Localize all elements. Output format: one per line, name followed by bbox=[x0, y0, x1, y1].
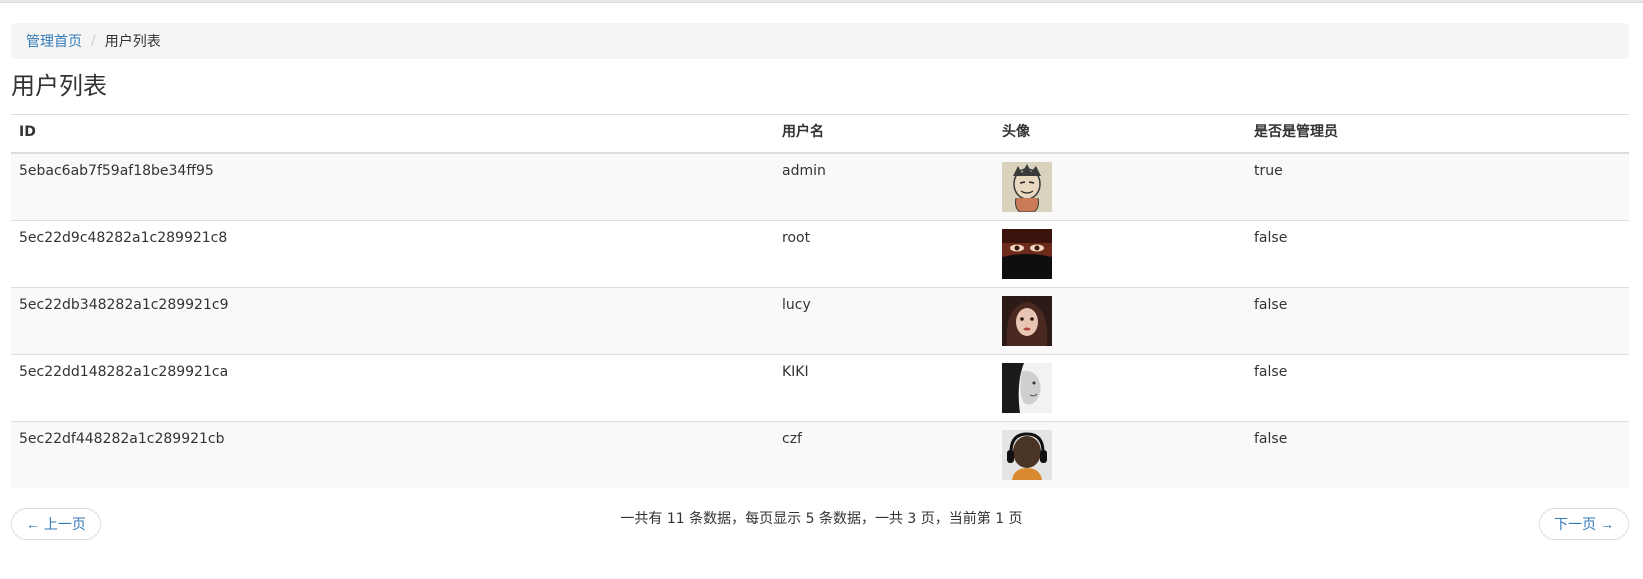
cell-avatar bbox=[994, 219, 1246, 287]
table-row: 5ec22d9c48282a1c289921c8 root false bbox=[11, 219, 1629, 287]
cell-avatar bbox=[994, 420, 1246, 488]
page-title: 用户列表 bbox=[11, 72, 107, 100]
bw-profile-avatar-image bbox=[1002, 362, 1052, 413]
cell-avatar bbox=[994, 152, 1246, 220]
cell-is-admin: true bbox=[1246, 152, 1629, 220]
cell-id: 5ec22df448282a1c289921cb bbox=[11, 420, 774, 488]
column-header-username: 用户名 bbox=[774, 114, 994, 154]
cell-is-admin: false bbox=[1246, 353, 1629, 421]
cell-username: root bbox=[774, 219, 994, 287]
table-row: 5ec22dd148282a1c289921ca KIKI false bbox=[11, 353, 1629, 421]
cell-username: admin bbox=[774, 152, 994, 220]
breadcrumb-separator: / bbox=[91, 33, 96, 49]
cell-is-admin: false bbox=[1246, 286, 1629, 354]
anime-avatar-image bbox=[1002, 161, 1052, 212]
pagination-info: 一共有 11 条数据，每页显示 5 条数据，一共 3 页，当前第 1 页 bbox=[620, 511, 1023, 527]
next-page-button[interactable]: 下一页 → bbox=[1539, 508, 1629, 540]
top-navbar bbox=[0, 0, 1643, 3]
headphones-avatar-image bbox=[1002, 429, 1052, 480]
breadcrumb: 管理首页 / 用户列表 bbox=[11, 23, 1629, 59]
cell-id: 5ec22db348282a1c289921c9 bbox=[11, 286, 774, 354]
column-header-avatar: 头像 bbox=[994, 114, 1246, 154]
cell-username: czf bbox=[774, 420, 994, 488]
cell-is-admin: false bbox=[1246, 420, 1629, 488]
table-row: 5ec22df448282a1c289921cb czf false bbox=[11, 420, 1629, 488]
table-header-row: ID 用户名 头像 是否是管理员 bbox=[11, 114, 1629, 154]
cell-id: 5ec22d9c48282a1c289921c8 bbox=[11, 219, 774, 287]
breadcrumb-current: 用户列表 bbox=[104, 34, 161, 50]
cell-username: lucy bbox=[774, 286, 994, 354]
cell-avatar bbox=[994, 286, 1246, 354]
table-row: 5ebac6ab7f59af18be34ff95 admin true bbox=[11, 152, 1629, 220]
user-table: ID 用户名 头像 是否是管理员 5ebac6ab7f59af18be34ff9… bbox=[11, 114, 1629, 488]
woman-portrait-avatar-image bbox=[1002, 295, 1052, 346]
cell-username: KIKI bbox=[774, 353, 994, 421]
column-header-id: ID bbox=[11, 114, 774, 154]
column-header-is-admin: 是否是管理员 bbox=[1246, 114, 1629, 154]
masked-woman-avatar-image bbox=[1002, 228, 1052, 279]
breadcrumb-home-link[interactable]: 管理首页 bbox=[26, 31, 82, 51]
table-row: 5ec22db348282a1c289921c9 lucy false bbox=[11, 286, 1629, 354]
cell-id: 5ec22dd148282a1c289921ca bbox=[11, 353, 774, 421]
cell-is-admin: false bbox=[1246, 219, 1629, 287]
cell-avatar bbox=[994, 353, 1246, 421]
cell-id: 5ebac6ab7f59af18be34ff95 bbox=[11, 152, 774, 220]
